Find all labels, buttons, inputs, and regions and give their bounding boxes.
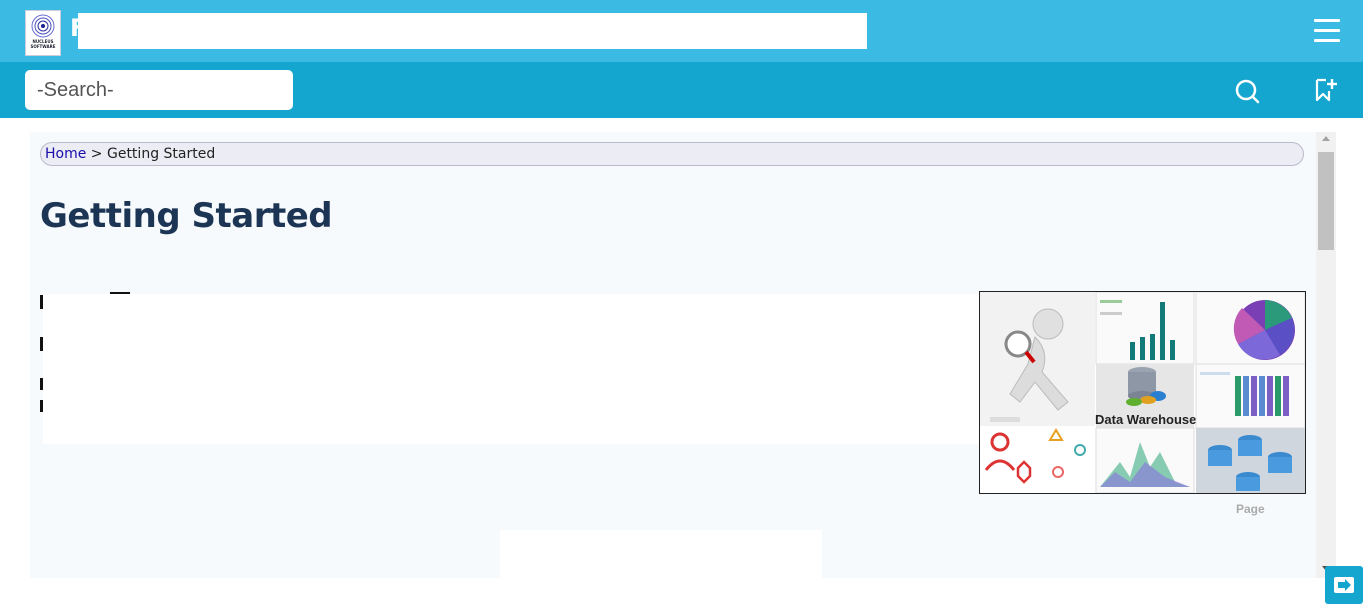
next-page-icon xyxy=(1334,577,1354,593)
breadcrumb-current: Getting Started xyxy=(106,146,216,162)
logo-text: NUCLEUS SOFTWARE xyxy=(30,39,56,49)
search-icon[interactable] xyxy=(1234,78,1260,104)
next-page-button[interactable] xyxy=(1325,566,1363,604)
top-bar: NUCLEUS SOFTWARE F xyxy=(0,0,1363,62)
page-title: Getting Started xyxy=(40,196,333,236)
nucleus-logo[interactable]: NUCLEUS SOFTWARE xyxy=(25,10,61,56)
bookmark-add-icon[interactable] xyxy=(1314,77,1338,103)
hero-collage-image: Data Warehouse xyxy=(979,291,1306,494)
search-bar xyxy=(0,62,1363,118)
scroll-up-arrow-icon[interactable] xyxy=(1322,136,1330,141)
bottom-card xyxy=(500,530,822,578)
cut-off-heading xyxy=(528,566,789,578)
redacted-content-block xyxy=(43,294,979,444)
search-input[interactable] xyxy=(25,70,293,110)
hero-label: Data Warehouse xyxy=(1095,412,1196,427)
breadcrumb-separator: > xyxy=(90,146,103,162)
hamburger-menu-icon[interactable] xyxy=(1314,19,1340,45)
scroll-thumb[interactable] xyxy=(1318,152,1334,250)
logo-rings-icon xyxy=(31,14,55,38)
breadcrumb-home-link[interactable]: Home xyxy=(45,146,86,162)
vertical-scrollbar[interactable] xyxy=(1316,132,1336,578)
content-panel: Home > Getting Started Getting Started D… xyxy=(30,132,1316,578)
app-title-redacted xyxy=(78,13,867,49)
collage-graphic: Data Warehouse xyxy=(980,292,1305,493)
breadcrumb: Home > Getting Started xyxy=(40,142,1304,166)
hero-caption: Page xyxy=(1236,502,1265,516)
